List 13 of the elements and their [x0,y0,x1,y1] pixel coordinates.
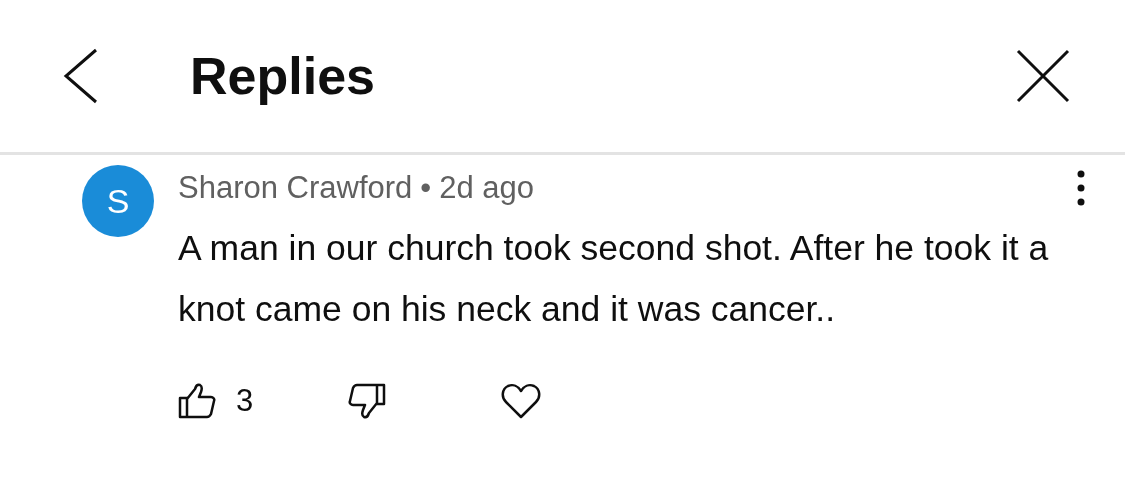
author-name: Sharon Crawford [178,169,413,207]
like-count: 3 [236,381,254,420]
separator: • [420,169,432,207]
comment-time: 2d ago [439,169,535,207]
like-icon[interactable] [178,382,216,419]
comment-text: A man in our church took second shot. After he took it a knot came on his neck and it was cancer.. [178,226,1050,331]
back-icon[interactable] [62,48,98,104]
dislike-icon[interactable] [348,382,387,419]
more-icon[interactable] [1077,170,1085,207]
page-title: Replies [190,46,375,107]
heart-icon[interactable] [501,382,542,419]
close-icon[interactable] [1016,49,1070,103]
avatar: S [82,165,154,237]
